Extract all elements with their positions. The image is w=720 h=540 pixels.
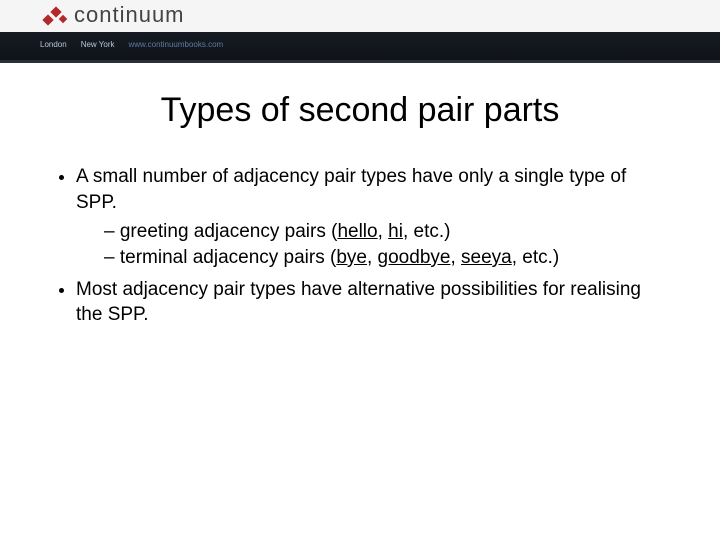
b1a-hello: hello bbox=[337, 221, 377, 242]
bullet-1-text: A small number of adjacency pair types h… bbox=[76, 166, 626, 213]
bullet-list: A small number of adjacency pair types h… bbox=[52, 164, 668, 328]
bullet-2-text: Most adjacency pair types have alternati… bbox=[76, 279, 641, 326]
b1b-goodbye: goodbye bbox=[378, 247, 451, 268]
bullet-1-sublist: greeting adjacency pairs (hello, hi, etc… bbox=[76, 219, 668, 270]
slide-title: Types of second pair parts bbox=[0, 91, 720, 130]
bullet-2: Most adjacency pair types have alternati… bbox=[76, 277, 668, 328]
location-newyork: New York bbox=[81, 40, 115, 49]
bullet-1: A small number of adjacency pair types h… bbox=[76, 164, 668, 271]
b1a-pre: greeting adjacency pairs ( bbox=[120, 221, 338, 242]
continuum-logo-icon bbox=[40, 2, 68, 30]
bullet-1a: greeting adjacency pairs (hello, hi, etc… bbox=[104, 219, 668, 245]
bullet-1b: terminal adjacency pairs (bye, goodbye , … bbox=[104, 245, 668, 271]
brand-block: continuum bbox=[40, 2, 185, 30]
b1a-post: , etc.) bbox=[403, 221, 451, 242]
b1b-seeya: seeya bbox=[461, 247, 512, 268]
b1b-bye: bye bbox=[336, 247, 367, 268]
header-banner: continuum London New York www.continuumb… bbox=[0, 0, 720, 63]
brand-url: www.continuumbooks.com bbox=[129, 40, 224, 49]
b1a-hi: hi bbox=[388, 221, 403, 242]
b1b-sep2: , bbox=[450, 247, 461, 268]
brand-strip: continuum bbox=[0, 0, 720, 32]
brand-name: continuum bbox=[74, 2, 185, 28]
b1b-post: , etc.) bbox=[512, 247, 560, 268]
banner-substrip: London New York www.continuumbooks.com bbox=[0, 34, 720, 54]
location-london: London bbox=[40, 40, 67, 49]
slide: continuum London New York www.continuumb… bbox=[0, 0, 720, 540]
b1a-sep1: , bbox=[378, 221, 389, 242]
slide-body: A small number of adjacency pair types h… bbox=[0, 164, 720, 328]
b1b-pre: terminal adjacency pairs ( bbox=[120, 247, 336, 268]
b1b-sep1: , bbox=[367, 247, 378, 268]
